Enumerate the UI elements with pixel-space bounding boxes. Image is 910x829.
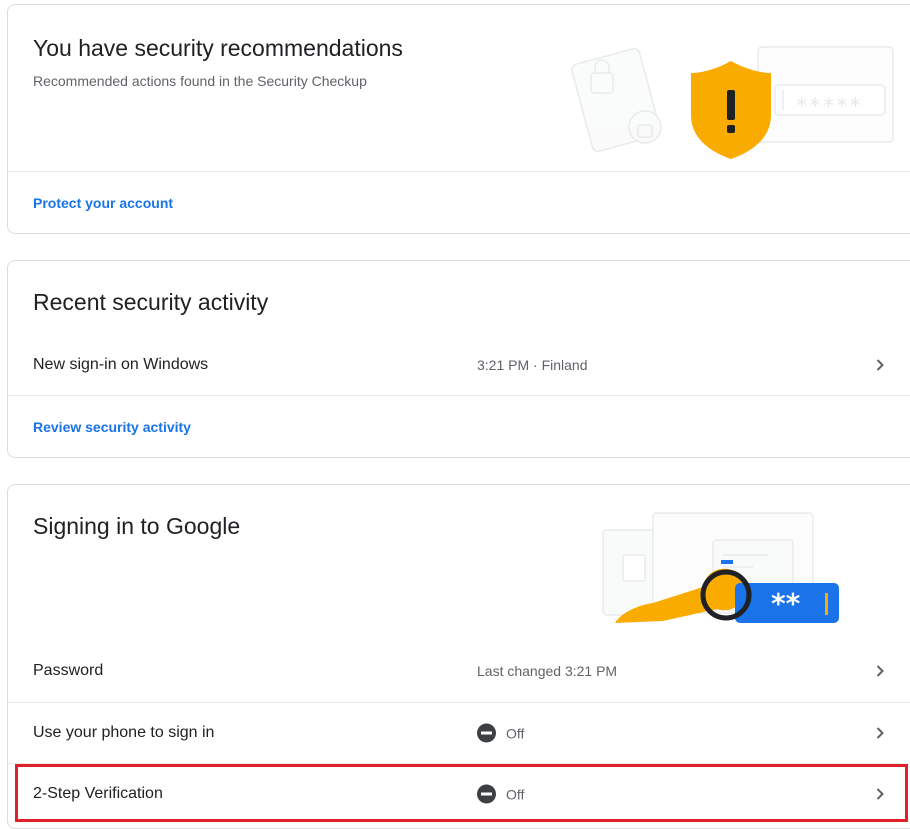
chevron-right-icon xyxy=(876,359,884,371)
password-row[interactable]: Password Last changed 3:21 PM xyxy=(8,641,910,701)
divider xyxy=(8,171,910,172)
chevron-right-icon xyxy=(876,788,884,800)
divider xyxy=(8,395,910,396)
recommendations-title: You have security recommendations xyxy=(33,35,403,61)
recommendations-subtitle: Recommended actions found in the Securit… xyxy=(33,73,367,89)
security-recommendations-card: You have security recommendations Recomm… xyxy=(7,4,910,234)
phone-signin-label: Use your phone to sign in xyxy=(33,724,215,741)
phone-signin-value: Off xyxy=(506,725,525,741)
two-step-verification-row[interactable]: 2-Step Verification Off xyxy=(8,764,910,824)
chevron-right-icon xyxy=(876,727,884,739)
password-label: Password xyxy=(33,662,104,679)
security-illustration: ∗∗∗∗∗ xyxy=(571,46,894,159)
phone-signin-row[interactable]: Use your phone to sign in Off xyxy=(8,703,910,763)
phone-signin-status: Off xyxy=(477,723,525,743)
recent-activity-card: Recent security activity New sign-in on … xyxy=(7,260,910,458)
two-step-value: Off xyxy=(506,786,525,802)
activity-title: Recent security activity xyxy=(33,289,269,315)
password-mask: ** xyxy=(771,587,801,620)
protect-account-link[interactable]: Protect your account xyxy=(33,195,173,211)
svg-text:∗∗∗∗∗: ∗∗∗∗∗ xyxy=(795,92,862,111)
activity-row-label: New sign-in on Windows xyxy=(33,356,209,373)
two-step-status: Off xyxy=(477,784,525,804)
signin-title: Signing in to Google xyxy=(33,513,241,539)
chevron-right-icon xyxy=(876,665,884,677)
off-status-icon xyxy=(477,784,496,804)
signing-in-card: Signing in to Google ** Password Last ch… xyxy=(7,484,910,829)
activity-row-value: 3:21 PM · Finland xyxy=(477,357,588,373)
password-key-illustration: ** xyxy=(602,512,839,623)
two-step-label: 2-Step Verification xyxy=(33,785,163,802)
password-value: Last changed 3:21 PM xyxy=(477,663,618,679)
activity-row-windows-signin[interactable]: New sign-in on Windows 3:21 PM · Finland xyxy=(8,335,910,395)
review-activity-link[interactable]: Review security activity xyxy=(33,419,191,435)
off-status-icon xyxy=(477,723,496,743)
